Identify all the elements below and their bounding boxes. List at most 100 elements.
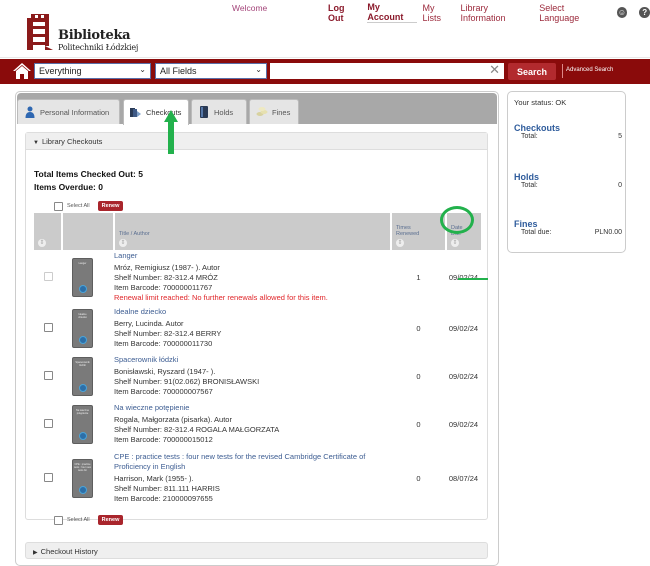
search-button[interactable]: Search bbox=[508, 63, 556, 80]
column-header-times-renewed[interactable]: Times Renewed ⇕ bbox=[391, 213, 447, 250]
item-title-link[interactable]: Idealne dziecko bbox=[114, 307, 391, 317]
item-shelf-number: Shelf Number: 811.111 HARRIS bbox=[114, 484, 220, 493]
clear-search-icon[interactable]: ✕ bbox=[489, 62, 500, 78]
item-author: Harrison, Mark (1955- ). bbox=[114, 474, 194, 483]
home-icon[interactable] bbox=[12, 62, 32, 80]
tab-personal-information[interactable]: Personal Information bbox=[17, 99, 120, 124]
cover-text: CPE : practice tests : four new tests fo… bbox=[74, 462, 91, 472]
book-cover[interactable]: Langer bbox=[72, 257, 93, 297]
advanced-search-link[interactable]: Advanced Search bbox=[566, 67, 613, 73]
renew-button[interactable]: Renew bbox=[97, 515, 124, 525]
table-row: Langer Langer Mróz, Remigiusz (1987- ). … bbox=[34, 250, 488, 304]
select-all-checkbox[interactable] bbox=[54, 515, 63, 525]
library-information-link[interactable]: Library Information bbox=[461, 3, 534, 23]
tab-checkouts[interactable]: Checkouts bbox=[123, 99, 189, 125]
tab-holds[interactable]: Holds bbox=[191, 99, 247, 124]
item-checkbox[interactable] bbox=[43, 370, 53, 380]
status-value: 0 bbox=[618, 182, 622, 189]
times-renewed: 0 bbox=[416, 473, 421, 483]
item-title-link[interactable]: Na wieczne potępienie bbox=[114, 403, 391, 413]
search-input[interactable]: ✕ bbox=[270, 62, 504, 79]
column-label: Renewed bbox=[396, 231, 420, 237]
account-status-box: Your status: OK Checkouts Total: 5 Holds … bbox=[507, 91, 626, 253]
table-row: Idealne dziecko Idealne dziecko Berry, L… bbox=[34, 304, 481, 352]
logo-subtitle: Politechniki Łódzkiej bbox=[58, 43, 139, 52]
section-title: Checkout History bbox=[40, 547, 98, 556]
top-navigation: Log Out My Account My Lists Library Info… bbox=[328, 2, 650, 23]
search-field-select[interactable]: All Fields ⌄ bbox=[155, 63, 267, 79]
library-logo[interactable]: Biblioteka Politechniki Łódzkiej bbox=[25, 12, 165, 52]
help-icon[interactable]: ? bbox=[639, 7, 650, 18]
item-shelf-number: Shelf Number: 82-312.4 ROGALA MAŁGORZATA bbox=[114, 425, 280, 434]
status-fines: Fines Total due: PLN0.00 bbox=[514, 219, 622, 236]
date-due: 09/02/24 bbox=[448, 272, 479, 282]
account-tabs: Personal Information Checkouts Holds Fin… bbox=[17, 93, 497, 125]
item-author: Bonisławski, Ryszard (1947- ). bbox=[114, 367, 216, 376]
renew-button[interactable]: Renew bbox=[97, 201, 124, 211]
search-field-value: All Fields bbox=[160, 66, 197, 76]
site-header: Biblioteka Politechniki Łódzkiej Welcome… bbox=[0, 0, 650, 58]
status-holds-link[interactable]: Holds bbox=[514, 172, 622, 182]
sort-icon[interactable]: ⇕ bbox=[396, 239, 404, 247]
items-overdue: Items Overdue: 0 bbox=[34, 182, 103, 192]
status-fines-link[interactable]: Fines bbox=[514, 219, 622, 229]
tab-label: Fines bbox=[272, 107, 291, 117]
status-value: 5 bbox=[618, 133, 622, 140]
item-title-link[interactable]: Langer bbox=[114, 251, 391, 261]
status-checkouts-link[interactable]: Checkouts bbox=[514, 123, 622, 133]
cover-text: Spacerownik łódzki bbox=[75, 360, 90, 367]
status-checkouts: Checkouts Total: 5 bbox=[514, 123, 622, 140]
sort-icon[interactable]: ⇕ bbox=[119, 239, 127, 247]
book-cover[interactable]: CPE : practice tests : four new tests fo… bbox=[72, 458, 93, 498]
globe-icon bbox=[79, 485, 87, 494]
status-holds: Holds Total: 0 bbox=[514, 172, 622, 189]
globe-icon bbox=[79, 431, 87, 440]
sort-icon[interactable]: ⇕ bbox=[38, 239, 46, 247]
column-header-cover bbox=[62, 213, 115, 250]
status-label: Total: bbox=[521, 182, 538, 189]
status-line: Your status: OK bbox=[514, 98, 567, 107]
item-barcode: Item Barcode: 700000007567 bbox=[114, 387, 213, 396]
account-panel: Personal Information Checkouts Holds Fin… bbox=[15, 91, 499, 566]
select-all-label: Select All bbox=[67, 203, 90, 209]
cover-text: Na wieczne potępienie bbox=[76, 408, 89, 415]
item-checkbox[interactable] bbox=[43, 472, 53, 482]
search-scope-value: Everything bbox=[39, 66, 82, 76]
library-checkouts-toggle[interactable]: ▼ Library Checkouts bbox=[26, 133, 487, 150]
checkout-summary: Total Items Checked Out: 5 Items Overdue… bbox=[34, 168, 143, 194]
book-cover[interactable]: Spacerownik łódzki bbox=[72, 356, 93, 396]
annotation-underline bbox=[458, 278, 488, 280]
book-cover[interactable]: Na wieczne potępienie bbox=[72, 404, 93, 444]
select-all-top: Select All Renew bbox=[54, 201, 124, 211]
item-shelf-number: Shelf Number: 82-312.4 MRÓZ bbox=[114, 273, 218, 282]
table-row: Na wieczne potępienie Na wieczne potępie… bbox=[34, 400, 481, 448]
select-all-label: Select All bbox=[67, 517, 90, 523]
accessibility-icon[interactable]: ☺ bbox=[616, 7, 628, 18]
my-lists-link[interactable]: My Lists bbox=[423, 3, 455, 23]
item-checkbox[interactable] bbox=[43, 322, 53, 332]
item-barcode: Item Barcode: 700000015012 bbox=[114, 435, 213, 444]
checkout-history-toggle[interactable]: ▶ Checkout History bbox=[25, 542, 488, 559]
date-due: 09/02/24 bbox=[448, 371, 479, 381]
log-out-link[interactable]: Log Out bbox=[328, 3, 361, 23]
caret-right-icon: ▶ bbox=[33, 550, 38, 556]
item-title-link[interactable]: CPE : practice tests : four new tests fo… bbox=[114, 452, 391, 472]
column-header-title-author[interactable]: Title / Author ⇕ bbox=[114, 213, 392, 250]
select-language-link[interactable]: Select Language bbox=[539, 3, 604, 23]
library-tower-icon bbox=[27, 14, 53, 50]
select-all-checkbox[interactable] bbox=[54, 201, 63, 211]
my-account-link[interactable]: My Account bbox=[367, 2, 417, 23]
times-renewed: 0 bbox=[416, 323, 421, 333]
tab-fines[interactable]: Fines bbox=[249, 99, 299, 124]
item-barcode: Item Barcode: 210000097655 bbox=[114, 494, 213, 503]
search-scope-select[interactable]: Everything ⌄ bbox=[34, 63, 151, 79]
column-header-select[interactable]: ⇕ bbox=[34, 213, 63, 250]
sort-icon[interactable]: ⇕ bbox=[451, 239, 459, 247]
book-cover[interactable]: Idealne dziecko bbox=[72, 308, 93, 348]
item-shelf-number: Shelf Number: 82-312.4 BERRY bbox=[114, 329, 222, 338]
globe-icon bbox=[79, 383, 87, 392]
item-checkbox[interactable] bbox=[43, 418, 53, 428]
times-renewed: 0 bbox=[416, 371, 421, 381]
item-title-link[interactable]: Spacerownik łódzki bbox=[114, 355, 391, 365]
book-icon bbox=[200, 106, 208, 118]
